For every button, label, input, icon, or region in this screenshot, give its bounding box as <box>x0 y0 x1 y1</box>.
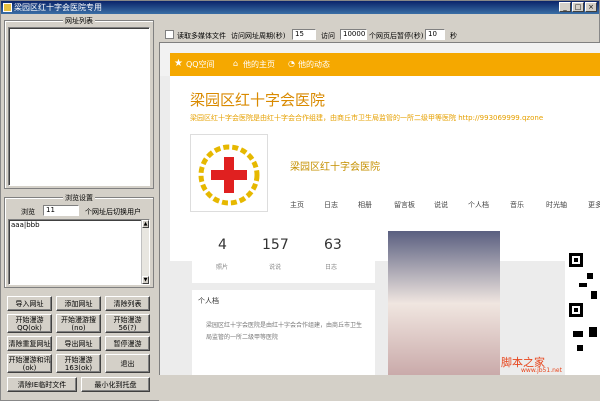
tab-timeline[interactable]: 时光轴 <box>546 200 567 210</box>
clear-list-button[interactable]: 清除列表 <box>105 296 150 311</box>
watermark-url: www.jb51.net <box>521 367 562 374</box>
start-search-button[interactable]: 开始漫游搜 (no) <box>56 314 101 333</box>
shuoshuo-label: 说说 <box>269 264 282 271</box>
tab-guestbook[interactable]: 留言板 <box>394 200 415 210</box>
url-list-label: 网址列表 <box>63 16 95 26</box>
minimize-tray-button[interactable]: 最小化到托盘 <box>81 377 150 392</box>
start-news-button[interactable]: 开始漫游和讯 (ok) <box>7 354 52 373</box>
export-url-button[interactable]: 导出网址 <box>56 336 101 351</box>
import-url-button[interactable]: 导入网址 <box>7 296 52 311</box>
pause-seconds-input[interactable]: 10 <box>425 29 445 40</box>
tab-music[interactable]: 音乐 <box>510 200 524 210</box>
url-list-group: 网址列表 <box>4 16 154 189</box>
his-home-link[interactable]: 他的主页 <box>243 59 275 70</box>
visit-period-label: 访问网址周期(秒) <box>231 32 286 40</box>
qzone-nav: ★ QQ空间 ⌂ 他的主页 ◔ 他的动态 <box>170 53 600 76</box>
title-bar: 梁园区红十字会医院专用 _ □ × <box>1 1 599 14</box>
switch-user-label: 个网址后切换用户 <box>85 208 141 216</box>
start-163-button[interactable]: 开始漫游 163(ok) <box>56 354 101 373</box>
photo-label: 照片 <box>216 264 229 271</box>
clear-duplicates-button[interactable]: 清除重复网址 <box>7 336 52 351</box>
browse-label: 浏览 <box>21 208 35 216</box>
close-window-button[interactable]: × <box>585 2 597 12</box>
web-browser[interactable]: ★ QQ空间 ⌂ 他的主页 ◔ 他的动态 梁园区红十字会医院 梁园区红十字会医院… <box>159 42 600 375</box>
visit-label: 访问 <box>321 32 335 40</box>
qq-space-link[interactable]: QQ空间 <box>186 59 215 70</box>
profile-panel: 个人档 梁园区红十字会医院是由红十字会合作组建，由商丘市卫生局监管的一所二级甲等… <box>192 290 375 375</box>
start-qq-button[interactable]: 开始漫游 QQ(ok) <box>7 314 52 333</box>
blog-count: 63 <box>324 237 342 253</box>
star-icon: ★ <box>174 58 183 69</box>
tab-blog[interactable]: 日志 <box>324 200 338 210</box>
window-title: 梁园区红十字会医院专用 <box>14 3 102 12</box>
start-56-button[interactable]: 开始漫游 56(?) <box>105 314 150 333</box>
visit-count-input[interactable]: 10000 <box>340 29 367 40</box>
browse-count-input[interactable]: 11 <box>43 205 79 216</box>
scroll-up-icon[interactable]: ▲ <box>142 220 149 228</box>
tab-album[interactable]: 相册 <box>358 200 372 210</box>
seconds-label: 秒 <box>450 32 457 40</box>
maximize-window-button[interactable]: □ <box>572 2 584 12</box>
red-cross-logo <box>190 134 268 212</box>
shuoshuo-count: 157 <box>262 237 289 253</box>
url-listbox[interactable] <box>8 27 150 186</box>
user-text: aaa|bbb <box>11 221 40 229</box>
visit-period-input[interactable]: 15 <box>292 29 316 40</box>
stats-panel: 4 照片 157 说说 63 日志 <box>192 231 375 283</box>
tab-home[interactable]: 主页 <box>290 200 304 210</box>
profile-text: 梁园区红十字会医院是由红十字会合作组建，由商丘市卫生局监管的一所二级甲等医院 <box>206 322 363 341</box>
qr-code <box>565 243 600 375</box>
blog-label: 日志 <box>325 264 338 271</box>
site-title: 梁园区红十字会医院 <box>190 91 326 109</box>
read-media-checkbox[interactable] <box>165 30 174 39</box>
tab-more[interactable]: 更多 <box>588 200 600 210</box>
home-icon: ⌂ <box>233 59 239 68</box>
tab-shuoshuo[interactable]: 说说 <box>434 200 448 210</box>
add-url-button[interactable]: 添加网址 <box>56 296 101 311</box>
browse-settings-group: 浏览设置 浏览 11 个网址后切换用户 aaa|bbb ▲ ▼ <box>4 193 154 288</box>
read-media-label: 读取多媒体文件 <box>177 32 226 40</box>
scroll-down-icon[interactable]: ▼ <box>142 276 149 284</box>
app-window: 梁园区红十字会医院专用 _ □ × 网址列表 浏览设置 浏览 11 个网址后切换… <box>0 0 600 401</box>
profile-photo <box>388 231 500 375</box>
tab-profile[interactable]: 个人档 <box>468 200 489 210</box>
user-scrollbar[interactable]: ▲ ▼ <box>141 220 149 284</box>
user-textarea[interactable]: aaa|bbb ▲ ▼ <box>8 219 150 285</box>
minimize-window-button[interactable]: _ <box>559 2 571 12</box>
site-subline: 梁园区红十字会医院是由红十字会合作组建，由商丘市卫生局监管的一所二级甲等医院 h… <box>190 114 544 122</box>
clear-ie-temp-button[interactable]: 清除IE临时文件 <box>7 377 77 392</box>
app-icon <box>3 3 12 12</box>
pause-after-label: 个网页后暂停(秒) <box>369 32 424 40</box>
exit-button[interactable]: 退出 <box>105 354 150 373</box>
profile-header-text: 个人档 <box>198 297 219 305</box>
his-feed-link[interactable]: 他的动态 <box>298 59 330 70</box>
feed-icon: ◔ <box>288 59 295 68</box>
nickname: 梁园区红十字会医院 <box>290 162 380 173</box>
status-bar <box>159 375 600 401</box>
photo-count: 4 <box>218 237 227 253</box>
browse-settings-label: 浏览设置 <box>63 193 95 203</box>
pause-button[interactable]: 暂停漫游 <box>105 336 150 351</box>
